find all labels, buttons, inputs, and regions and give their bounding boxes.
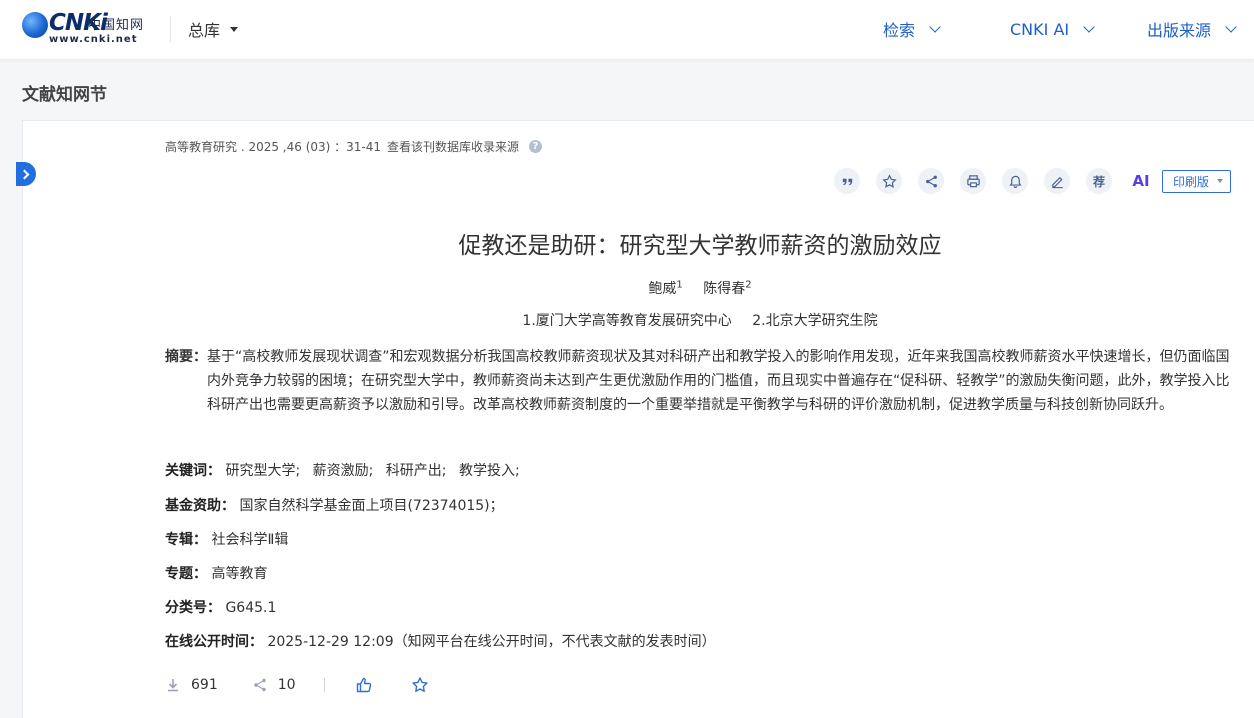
author-list: 鲍威1 陈得春2 xyxy=(300,278,1100,298)
article-toolbar: 荐 AI 印刷版 xyxy=(834,168,1231,194)
article-stats: 691 10 xyxy=(165,674,467,696)
article-card xyxy=(22,120,1254,718)
topic-row: 专题： 高等教育 xyxy=(165,563,267,583)
abstract-block: 摘要： 基于“高校教师发展现状调查”和宏观数据分析我国高校教师薪资现状及其对科研… xyxy=(165,345,1235,417)
stats-divider xyxy=(323,678,325,692)
keywords-row: 关键词： 研究型大学; 薪资激励; 科研产出; 教学投入; xyxy=(165,460,528,480)
keyword-link[interactable]: 教学投入; xyxy=(459,463,520,479)
series-label: 专辑： xyxy=(165,532,207,548)
cite-button[interactable] xyxy=(834,168,860,194)
recommend-button[interactable]: 荐 xyxy=(1086,168,1112,194)
keyword-link[interactable]: 薪资激励; xyxy=(313,463,374,479)
favorite-button[interactable] xyxy=(876,168,902,194)
author-name: 陈得春 xyxy=(703,281,746,297)
keywords-label: 关键词： xyxy=(165,463,221,479)
globe-icon xyxy=(22,12,48,38)
printer-icon xyxy=(966,174,980,187)
abstract-label: 摘要： xyxy=(165,349,207,365)
print-button[interactable] xyxy=(960,168,986,194)
keyword-link[interactable]: 科研产出; xyxy=(386,463,447,479)
author-name: 鲍威 xyxy=(648,281,677,297)
bell-icon xyxy=(1008,175,1022,188)
logo-url: www.cnki.net xyxy=(49,34,138,45)
pencil-icon xyxy=(1051,176,1063,188)
header-divider xyxy=(170,16,171,42)
alert-button[interactable] xyxy=(1002,168,1028,194)
article-title: 促教还是助研：研究型大学教师薪资的激励效应 xyxy=(458,233,942,259)
help-icon[interactable]: ? xyxy=(529,140,543,153)
share-count: 10 xyxy=(252,677,296,693)
logo-chinese-name: 中国知网 xyxy=(88,18,145,33)
author-link[interactable]: 陈得春2 xyxy=(703,279,752,297)
nav-search-label: 检索 xyxy=(883,21,916,40)
affiliation-list: 1.厦门大学高等教育发展研究中心 2.北京大学研究生院 xyxy=(300,310,1100,330)
star-icon xyxy=(411,677,428,692)
online-date-row: 在线公开时间： 2025-12-29 12:09（知网平台在线公开时间，不代表文… xyxy=(165,631,716,651)
keyword-link[interactable]: 研究型大学; xyxy=(225,463,300,479)
download-count: 691 xyxy=(165,677,218,693)
share-count-value: 10 xyxy=(277,677,296,693)
nav-publication-source-label: 出版来源 xyxy=(1147,21,1212,40)
caret-down-icon xyxy=(1217,179,1224,183)
nav-publication-source[interactable]: 出版来源 xyxy=(1147,18,1237,40)
nav-cnki-ai-label: CNKI AI xyxy=(1010,19,1070,39)
author-affiliation-index: 1 xyxy=(676,279,683,291)
series-value: 社会科学Ⅱ辑 xyxy=(211,532,289,548)
online-date-label: 在线公开时间： xyxy=(165,634,263,650)
affiliation-link[interactable]: 2.北京大学研究生院 xyxy=(752,313,877,329)
classification-row: 分类号： G645.1 xyxy=(165,597,276,617)
cnki-logo[interactable]: CNKi 中国知网 www.cnki.net xyxy=(22,10,152,46)
chevron-down-icon xyxy=(1083,21,1095,33)
ai-assistant-button[interactable]: AI xyxy=(1128,168,1154,194)
share-icon xyxy=(925,175,937,187)
print-edition-dropdown[interactable]: 印刷版 xyxy=(1162,169,1231,193)
note-button[interactable] xyxy=(1044,168,1070,194)
topic-label: 专题： xyxy=(165,566,207,582)
library-selector-label: 总库 xyxy=(188,21,221,40)
share-button[interactable] xyxy=(918,168,944,194)
like-button[interactable] xyxy=(355,676,373,694)
database-source-link[interactable]: 查看该刊数据库收录来源 xyxy=(387,138,519,155)
library-selector[interactable]: 总库 xyxy=(188,18,239,40)
fund-label: 基金资助： xyxy=(165,498,235,514)
chevron-down-icon xyxy=(1225,21,1237,33)
share-icon xyxy=(254,678,266,692)
topic-value: 高等教育 xyxy=(211,566,268,582)
download-icon xyxy=(168,679,178,692)
affiliation-link[interactable]: 1.厦门大学高等教育发展研究中心 xyxy=(522,313,731,329)
abstract-text: 基于“高校教师发展现状调查”和宏观数据分析我国高校教师薪资现状及其对科研产出和教… xyxy=(207,349,1230,413)
print-edition-label: 印刷版 xyxy=(1173,174,1210,189)
thumbs-up-icon xyxy=(356,677,371,693)
chevron-right-icon xyxy=(19,169,30,179)
author-link[interactable]: 鲍威1 xyxy=(648,279,683,297)
source-line: 高等教育研究 . 2025 ,46 (03) ：31-41 查看该刊数据库收录来… xyxy=(165,138,543,155)
nav-cnki-ai[interactable]: CNKI AI xyxy=(1010,18,1095,40)
classification-label: 分类号： xyxy=(165,600,221,616)
page-section-title: 文献知网节 xyxy=(22,85,107,105)
classification-value: G645.1 xyxy=(225,600,277,616)
collect-button[interactable] xyxy=(411,676,429,694)
author-affiliation-index: 2 xyxy=(745,279,752,291)
caret-down-icon xyxy=(230,26,239,32)
fund-link[interactable]: 国家自然科学基金面上项目(72374015)； xyxy=(239,498,503,514)
journal-source-link[interactable]: 高等教育研究 . 2025 ,46 (03) ：31-41 xyxy=(165,138,381,155)
star-icon xyxy=(881,173,897,188)
online-date-value: 2025-12-29 12:09（知网平台在线公开时间，不代表文献的发表时间） xyxy=(267,634,716,650)
nav-search[interactable]: 检索 xyxy=(883,18,941,40)
series-row: 专辑： 社会科学Ⅱ辑 xyxy=(165,529,288,549)
quote-icon xyxy=(842,178,852,185)
download-count-value: 691 xyxy=(191,677,218,693)
fund-row: 基金资助： 国家自然科学基金面上项目(72374015)； xyxy=(165,495,504,515)
chevron-down-icon xyxy=(929,21,941,33)
top-navigation-bar: CNKi 中国知网 www.cnki.net 总库 检索 CNKI AI 出版来… xyxy=(0,0,1254,60)
